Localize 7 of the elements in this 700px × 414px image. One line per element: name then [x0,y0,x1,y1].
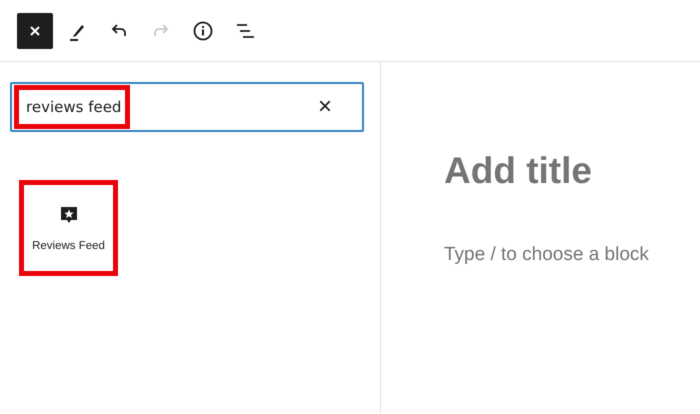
block-item[interactable]: Reviews Feed [19,180,118,276]
block-placeholder[interactable]: Type / to choose a block [444,244,700,266]
clear-search-button[interactable]: × [318,95,332,119]
search-field[interactable]: reviews feed × [10,82,364,132]
title-placeholder[interactable]: Add title [444,150,700,192]
info-icon [192,20,214,42]
close-button[interactable] [17,12,53,48]
